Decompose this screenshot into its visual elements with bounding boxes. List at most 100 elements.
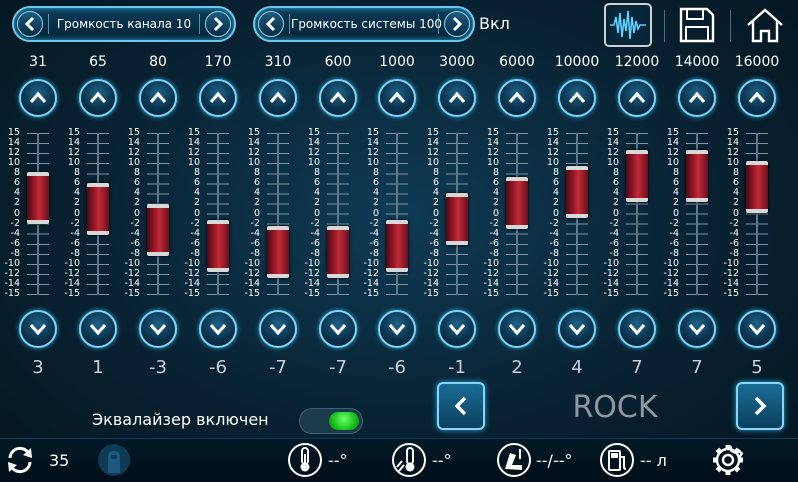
band-decrease-button[interactable] bbox=[438, 310, 476, 348]
band-slider-thumb[interactable] bbox=[506, 177, 528, 229]
band-increase-button[interactable] bbox=[618, 79, 656, 117]
band-slider-thumb[interactable] bbox=[327, 226, 349, 278]
scale-label: -15 bbox=[363, 288, 379, 299]
band-decrease-button[interactable] bbox=[139, 310, 177, 348]
scale-label: -15 bbox=[663, 288, 679, 299]
chevron-right-icon bbox=[213, 16, 224, 32]
band-decrease-button[interactable] bbox=[378, 310, 416, 348]
system-volume-increase-button[interactable] bbox=[444, 11, 470, 37]
outside-temperature-icon bbox=[288, 443, 322, 477]
preset-name: ROCK bbox=[572, 390, 658, 425]
band-slider-thumb[interactable] bbox=[147, 204, 169, 256]
chevron-right-icon bbox=[754, 396, 767, 416]
chevron-up-icon bbox=[748, 91, 766, 104]
band-slider-thumb[interactable] bbox=[87, 183, 109, 235]
chevron-down-icon bbox=[628, 323, 646, 336]
chevron-down-icon bbox=[388, 323, 406, 336]
settings-gear-icon[interactable] bbox=[710, 443, 746, 477]
band-decrease-button[interactable] bbox=[618, 310, 656, 348]
scale-label: -15 bbox=[483, 288, 499, 299]
band-frequency: 6000 bbox=[499, 54, 535, 70]
inside-temperature-icon bbox=[392, 443, 426, 477]
band-slider-thumb[interactable] bbox=[746, 161, 768, 213]
chevron-down-icon bbox=[508, 323, 526, 336]
band-decrease-button[interactable] bbox=[558, 310, 596, 348]
band-scale: 15 14 12 10 8 6 4 2 0 -2 -4 -6 -8 -10 -12 -14 -15 bbox=[423, 127, 439, 299]
scale-label: 2 bbox=[313, 197, 320, 209]
band-decrease-button[interactable] bbox=[678, 310, 716, 348]
band-scale: 15 14 12 10 8 6 4 2 0 -2 -4 -6 -8 -10 -12 -14 -15 bbox=[543, 127, 559, 299]
band-slider-thumb[interactable] bbox=[267, 226, 289, 278]
band-decrease-button[interactable] bbox=[19, 310, 57, 348]
scale-label: -15 bbox=[723, 288, 739, 299]
band-frequency: 1000 bbox=[379, 54, 415, 70]
scale-label: -15 bbox=[124, 288, 140, 299]
band-increase-button[interactable] bbox=[79, 79, 117, 117]
band-scale: 15 14 12 10 8 6 4 2 0 -2 -4 -6 -8 -10 -12 -14 -15 bbox=[663, 127, 679, 299]
equalizer-icon[interactable] bbox=[604, 3, 652, 47]
band-increase-button[interactable] bbox=[19, 79, 57, 117]
channel-volume-increase-button[interactable] bbox=[205, 11, 231, 37]
sync-icon[interactable] bbox=[2, 443, 38, 477]
band-slider-thumb[interactable] bbox=[566, 166, 588, 218]
scale-label: -15 bbox=[64, 288, 80, 299]
save-icon[interactable] bbox=[677, 3, 717, 47]
band-frequency: 3000 bbox=[439, 54, 475, 70]
band-increase-button[interactable] bbox=[319, 79, 357, 117]
seat-icon[interactable] bbox=[96, 443, 132, 477]
band-decrease-button[interactable] bbox=[498, 310, 536, 348]
chevron-up-icon bbox=[388, 91, 406, 104]
scale-label: 2 bbox=[372, 197, 379, 209]
scale-label: -15 bbox=[244, 288, 260, 299]
band-frequency: 12000 bbox=[614, 54, 660, 70]
home-icon[interactable] bbox=[744, 3, 786, 47]
scale-label: -15 bbox=[603, 288, 619, 299]
chevron-left-icon bbox=[454, 396, 467, 416]
chevron-up-icon bbox=[628, 91, 646, 104]
band-scale: 15 14 12 10 8 6 4 2 0 -2 -4 -6 -8 -10 -12 -14 -15 bbox=[723, 127, 739, 299]
band-increase-button[interactable] bbox=[259, 79, 297, 117]
band-frequency: 80 bbox=[149, 54, 167, 70]
seat-temperatures: --/--° bbox=[536, 451, 573, 470]
band-increase-button[interactable] bbox=[378, 79, 416, 117]
band-slider-thumb[interactable] bbox=[27, 172, 49, 224]
scale-label: 2 bbox=[612, 197, 619, 209]
band-increase-button[interactable] bbox=[139, 79, 177, 117]
band-frequency: 170 bbox=[204, 54, 232, 70]
band-frequency: 31 bbox=[29, 54, 47, 70]
chevron-down-icon bbox=[209, 323, 227, 336]
band-increase-button[interactable] bbox=[438, 79, 476, 117]
band-slider-thumb[interactable] bbox=[446, 193, 468, 245]
band-scale: 15 14 12 10 8 6 4 2 0 -2 -4 -6 -8 -10 -12 -14 -15 bbox=[124, 127, 140, 299]
band-gain-value: -3 bbox=[149, 357, 167, 378]
scale-label: 2 bbox=[732, 197, 739, 209]
chevron-up-icon bbox=[448, 91, 466, 104]
band-decrease-button[interactable] bbox=[319, 310, 357, 348]
band-gain-value: -1 bbox=[448, 357, 466, 378]
system-volume-decrease-button[interactable] bbox=[258, 11, 284, 37]
channel-volume-decrease-button[interactable] bbox=[17, 11, 43, 37]
band-decrease-button[interactable] bbox=[738, 310, 776, 348]
chevron-up-icon bbox=[329, 91, 347, 104]
band-slider-thumb[interactable] bbox=[626, 150, 648, 202]
scale-label: -15 bbox=[423, 288, 439, 299]
preset-next-button[interactable] bbox=[736, 382, 784, 430]
band-slider-thumb[interactable] bbox=[207, 220, 229, 272]
band-slider-thumb[interactable] bbox=[686, 150, 708, 202]
preset-prev-button[interactable] bbox=[437, 382, 485, 430]
band-slider-thumb[interactable] bbox=[386, 220, 408, 272]
fuel-level: -- л bbox=[640, 451, 667, 470]
band-decrease-button[interactable] bbox=[199, 310, 237, 348]
chevron-up-icon bbox=[688, 91, 706, 104]
band-increase-button[interactable] bbox=[558, 79, 596, 117]
band-increase-button[interactable] bbox=[199, 79, 237, 117]
band-increase-button[interactable] bbox=[678, 79, 716, 117]
chevron-up-icon bbox=[269, 91, 287, 104]
equalizer-toggle[interactable] bbox=[299, 408, 363, 434]
band-decrease-button[interactable] bbox=[259, 310, 297, 348]
band-increase-button[interactable] bbox=[738, 79, 776, 117]
band-increase-button[interactable] bbox=[498, 79, 536, 117]
band-gain-value: -7 bbox=[329, 357, 347, 378]
chevron-down-icon bbox=[688, 323, 706, 336]
band-decrease-button[interactable] bbox=[79, 310, 117, 348]
